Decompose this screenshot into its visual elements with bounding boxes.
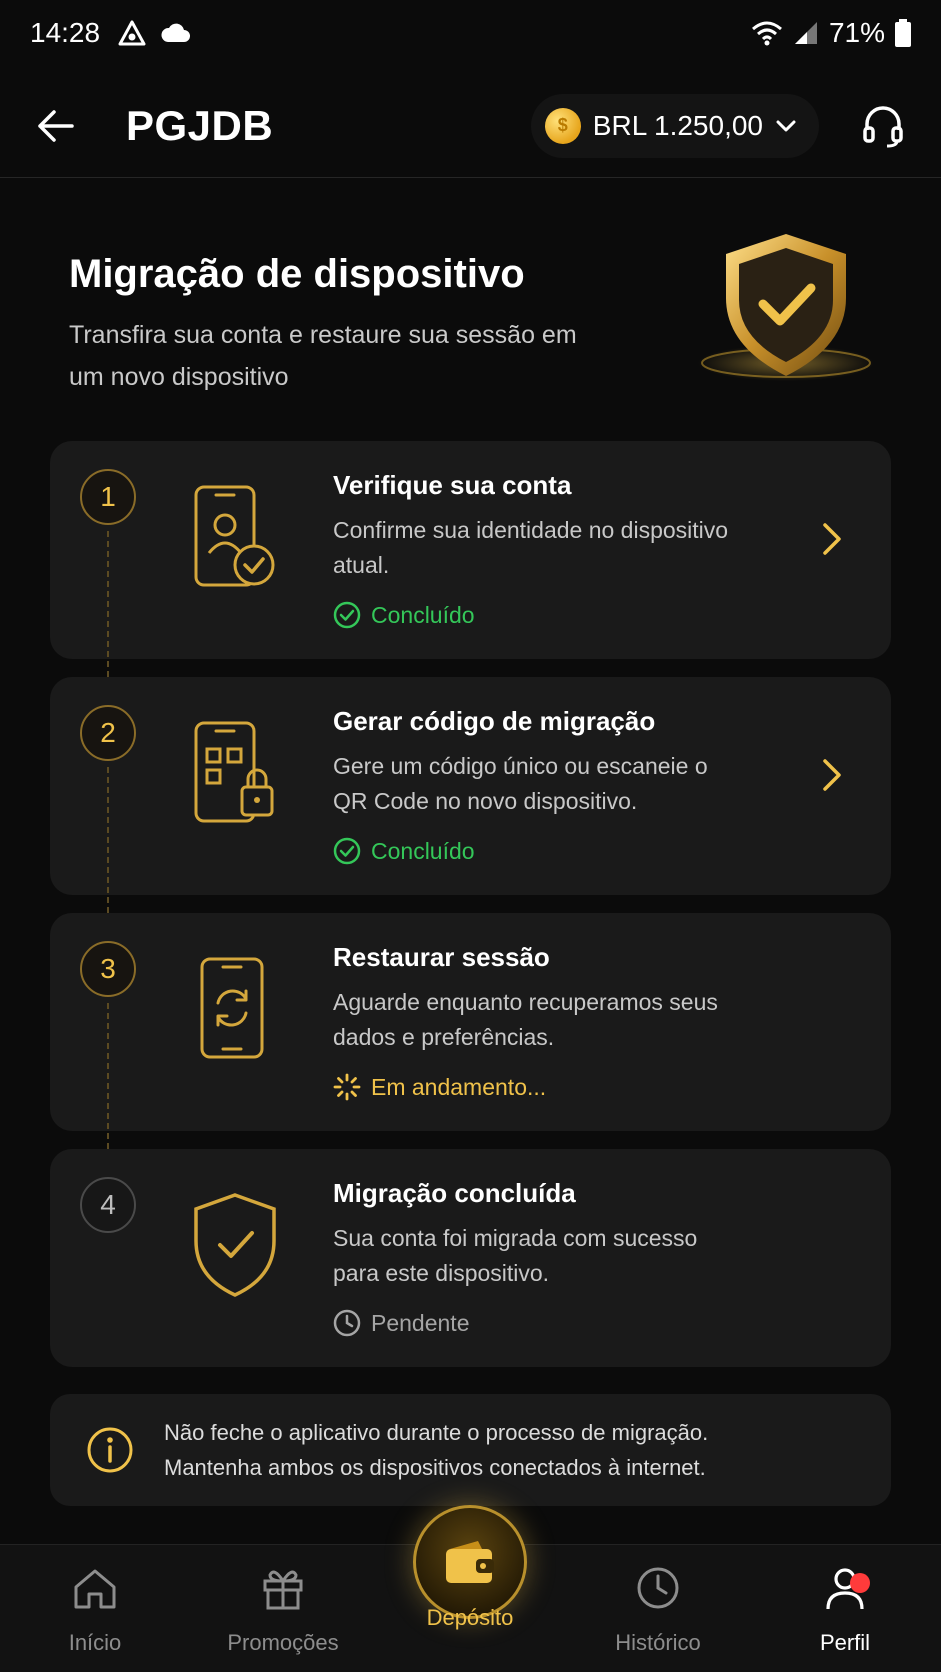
step-connector (107, 767, 109, 913)
phone-user-check-icon (194, 485, 275, 587)
phone-sync-icon (200, 957, 264, 1059)
cloud-icon (161, 23, 191, 42)
step-number: 4 (80, 1177, 136, 1233)
hero-section: Migração de dispositivo Transfira sua co… (0, 178, 941, 428)
step-card-3[interactable]: 3 Restaurar sessão Aguarde enquanto recu… (50, 913, 891, 1149)
step-status-label: Concluído (371, 601, 475, 628)
step-title: Verifique sua conta (333, 470, 572, 500)
info-line-1: Não feche o aplicativo durante o process… (164, 1420, 709, 1445)
status-time: 14:28 (30, 17, 101, 48)
chevron-down-icon (776, 120, 796, 131)
clock-icon (637, 1567, 679, 1609)
wifi-icon (751, 21, 782, 46)
clock-icon (333, 1309, 361, 1337)
app-header: PGJDB $ BRL 1.250,00 (0, 74, 941, 178)
step-status-label: Pendente (371, 1309, 470, 1336)
step-description: Gere um código único ou escaneie o QR Co… (333, 753, 708, 814)
nav-label: Promoções (227, 1630, 339, 1655)
gift-icon (263, 1570, 303, 1610)
info-line-2: Mantenha ambos os dispositivos conectado… (164, 1455, 706, 1480)
step-card-1[interactable]: 1 Verifique sua conta Confirme sua ident… (50, 441, 891, 677)
nav-item-promocoes[interactable]: Promoções (208, 1563, 358, 1656)
page-subtitle: Transfira sua conta e restaure sua sessã… (69, 321, 577, 391)
step-number: 2 (80, 705, 136, 761)
home-icon (74, 1569, 116, 1609)
arrow-left-icon (38, 109, 74, 142)
back-button[interactable] (26, 96, 86, 156)
status-bar: 14:28 71% (0, 0, 941, 66)
step-connector (107, 531, 109, 677)
step-status: Concluído (333, 601, 475, 629)
nav-item-perfil[interactable]: Perfil (770, 1563, 920, 1656)
warning-icon (118, 20, 146, 46)
step-title: Migração concluída (333, 1178, 576, 1208)
check-circle-icon (333, 601, 361, 629)
step-status: Concluído (333, 837, 475, 865)
balance-selector[interactable]: $ BRL 1.250,00 (530, 93, 819, 158)
chevron-right-icon (823, 759, 841, 791)
step-card-4[interactable]: 4 Migração concluída Sua conta foi migra… (50, 1149, 891, 1367)
step-description: Aguarde enquanto recuperamos seus dados … (333, 989, 718, 1050)
battery-percent: 71% (828, 17, 885, 48)
golden-shield-icon (698, 234, 874, 381)
bottom-navigation: Início Promoções Depósito Histórico Perf… (0, 1505, 941, 1672)
nav-item-deposito[interactable]: Depósito (395, 1593, 545, 1631)
support-button[interactable] (853, 96, 913, 156)
step-status-label: Em andamento... (371, 1073, 547, 1100)
notification-badge (850, 1573, 870, 1593)
balance-amount: BRL 1.250,00 (592, 109, 763, 141)
step-description: Sua conta foi migrada com sucesso para e… (333, 1225, 698, 1286)
chevron-right-icon (823, 523, 841, 555)
shield-check-icon (194, 1193, 276, 1297)
loading-spinner-icon (333, 1073, 361, 1101)
page-title: Migração de dispositivo (69, 252, 525, 296)
migration-steps: 1 Verifique sua conta Confirme sua ident… (50, 441, 891, 1385)
nav-item-historico[interactable]: Histórico (583, 1563, 733, 1656)
nav-item-inicio[interactable]: Início (20, 1563, 170, 1656)
step-connector (107, 1003, 109, 1149)
wallet-icon (446, 1541, 494, 1583)
step-description: Confirme sua identidade no dispositivo a… (333, 517, 729, 578)
nav-label: Histórico (615, 1630, 701, 1655)
step-number: 3 (80, 941, 136, 997)
step-title: Gerar código de migração (333, 706, 656, 736)
phone-qr-lock-icon (194, 721, 274, 823)
info-notice: Não feche o aplicativo durante o process… (50, 1394, 891, 1506)
coin-icon: $ (544, 107, 581, 144)
nav-label: Depósito (426, 1605, 514, 1630)
step-status: Pendente (333, 1309, 469, 1337)
step-status-label: Concluído (371, 837, 475, 864)
nav-label: Perfil (819, 1630, 871, 1655)
step-number: 1 (80, 469, 136, 525)
app-title: PGJDB (126, 101, 274, 149)
nav-label: Início (68, 1630, 122, 1655)
signal-icon (794, 22, 817, 44)
step-card-2[interactable]: 2 Gerar código de migração Gere um códig… (50, 677, 891, 913)
check-circle-icon (333, 837, 361, 865)
battery-icon (895, 19, 911, 47)
headset-icon (863, 105, 903, 147)
step-title: Restaurar sessão (333, 942, 550, 972)
step-status: Em andamento... (333, 1073, 546, 1101)
info-icon (87, 1427, 133, 1473)
